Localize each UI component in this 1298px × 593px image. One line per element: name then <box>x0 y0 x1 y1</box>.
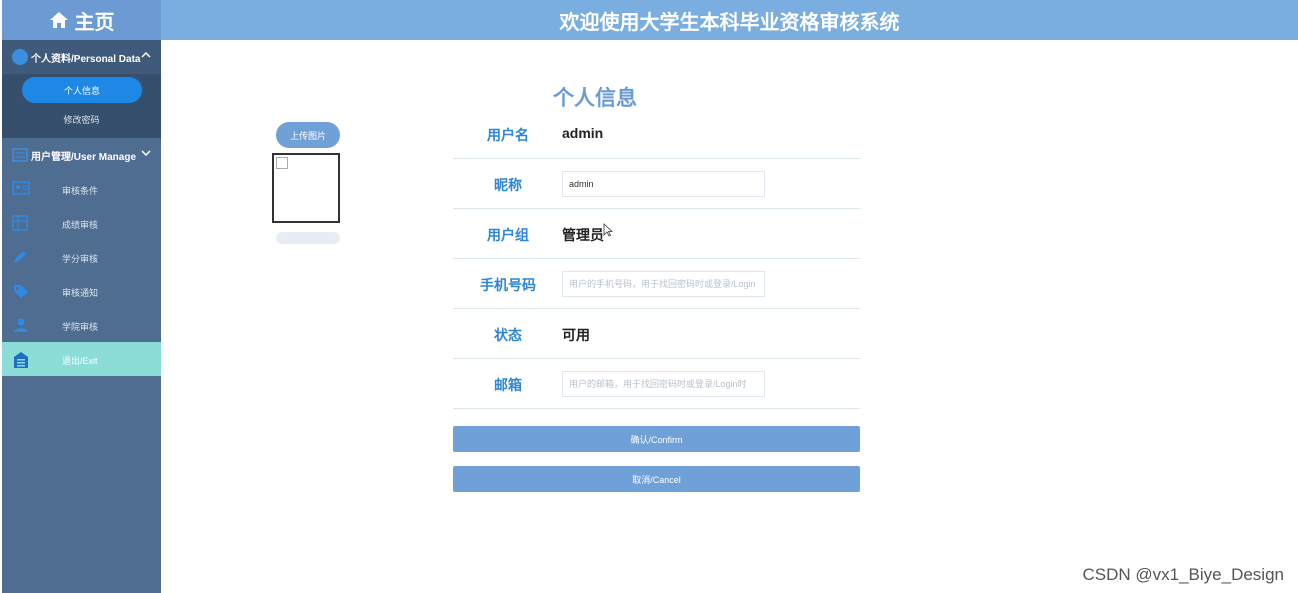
grid-icon <box>12 215 28 233</box>
sidebar-item-label: 学院审核 <box>62 322 99 332</box>
confirm-button[interactable]: 确认/Confirm <box>453 426 860 452</box>
sidebar-item-label: 审核条件 <box>62 186 99 196</box>
nickname-label: 昵称 <box>494 177 522 193</box>
sidebar-item-audit-conditions[interactable]: 审核条件 <box>2 172 161 206</box>
username-value: admin <box>562 125 604 141</box>
list-icon <box>12 148 28 162</box>
status-value: 可用 <box>562 327 590 343</box>
phone-input[interactable] <box>562 271 765 297</box>
avatar-image <box>272 153 340 223</box>
home-label: 主页 <box>74 11 115 34</box>
watermark: CSDN @vx1_Biye_Design <box>1082 565 1284 584</box>
form-row-group: 用户组 管理员 <box>453 209 860 259</box>
tag-icon <box>12 283 30 301</box>
sidebar-item-exit-label: 退出/Exit <box>62 356 98 366</box>
group-value: 管理员 <box>562 227 604 243</box>
sidebar-item-college-audit[interactable]: 学院审核 <box>2 308 161 342</box>
sidebar-item-exit[interactable]: 退出/Exit <box>2 342 161 376</box>
sidebar-item-personal-info[interactable]: 个人信息 <box>22 77 142 103</box>
home-icon <box>49 11 69 29</box>
cancel-button[interactable]: 取消/Cancel <box>453 466 860 492</box>
chevron-up-icon <box>141 50 151 63</box>
people-icon <box>12 317 30 335</box>
globe-icon <box>12 49 28 65</box>
home-link[interactable]: 主页 <box>2 0 161 40</box>
personal-submenu: 个人信息 修改密码 <box>2 74 161 138</box>
file-input[interactable] <box>276 232 340 244</box>
id-card-icon <box>12 181 30 197</box>
section-personal-data[interactable]: 个人资料/Personal Data <box>2 40 161 74</box>
username-label: 用户名 <box>487 127 529 143</box>
form-row-nickname: 昵称 <box>453 159 860 209</box>
email-input[interactable] <box>562 371 765 397</box>
section-user-manage[interactable]: 用户管理/User Manage <box>2 138 161 172</box>
profile-form: 用户名 admin 昵称 用户组 管理员 手机号码 状态 可用 邮箱 <box>453 109 860 409</box>
page-header: 欢迎使用大学生本科毕业资格审核系统 <box>161 0 1298 40</box>
mouse-cursor-icon <box>603 223 614 242</box>
sidebar-item-label: 审核通知 <box>62 288 99 298</box>
sidebar-item-grade-audit[interactable]: 成绩审核 <box>2 206 161 240</box>
upload-image-button[interactable]: 上传图片 <box>276 122 340 148</box>
section-personal-label: 个人资料/Personal Data <box>31 53 141 65</box>
phone-label: 手机号码 <box>480 277 536 293</box>
section-user-label: 用户管理/User Manage <box>31 151 137 163</box>
status-label: 状态 <box>494 327 522 343</box>
exit-icon <box>12 351 30 371</box>
email-label: 邮箱 <box>494 377 522 393</box>
sidebar: 主页 个人资料/Personal Data 个人信息 修改密码 用户管理/Use… <box>2 0 161 593</box>
page-title: 个人信息 <box>553 87 637 110</box>
sidebar-item-label: 成绩审核 <box>62 220 99 230</box>
form-row-username: 用户名 admin <box>453 109 860 159</box>
group-label: 用户组 <box>487 227 529 243</box>
form-row-phone: 手机号码 <box>453 259 860 309</box>
sidebar-item-change-password[interactable]: 修改密码 <box>22 106 141 132</box>
broken-image-icon <box>276 157 288 169</box>
pencil-icon <box>12 249 28 267</box>
chevron-down-icon <box>141 148 151 161</box>
nickname-input[interactable] <box>562 171 765 197</box>
form-row-status: 状态 可用 <box>453 309 860 359</box>
sidebar-item-credit-audit[interactable]: 学分审核 <box>2 240 161 274</box>
sidebar-item-label: 学分审核 <box>62 254 99 264</box>
sidebar-item-audit-notice[interactable]: 审核通知 <box>2 274 161 308</box>
header-title: 欢迎使用大学生本科毕业资格审核系统 <box>559 11 900 34</box>
form-row-email: 邮箱 <box>453 359 860 409</box>
